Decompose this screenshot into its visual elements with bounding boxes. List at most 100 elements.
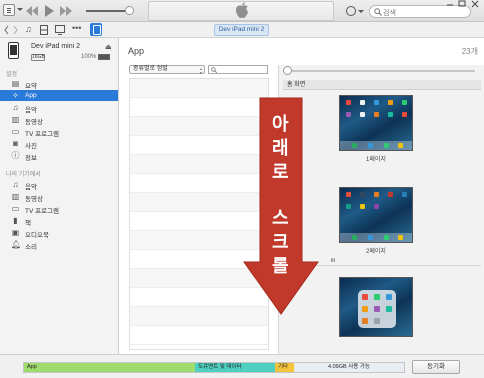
back-forward-icon[interactable]: [4, 25, 18, 35]
list-item[interactable]: [130, 136, 268, 155]
sidebar-item-device-tones[interactable]: 🔔︎ 소리: [0, 239, 118, 251]
section-header: ilt: [283, 258, 481, 266]
zoom-slider[interactable]: [283, 66, 475, 75]
on-device-header: 나의 기기에서: [6, 172, 41, 178]
overlay-text-1: 아: [272, 114, 289, 135]
film-icon[interactable]: [40, 25, 48, 35]
app-count: 23개: [461, 47, 478, 56]
sidebar-item-label: TV 프로그램: [25, 131, 60, 138]
maximize-icon: [458, 0, 466, 7]
list-item[interactable]: [130, 79, 268, 98]
battery-icon: [98, 54, 110, 60]
sidebar-item-device-music[interactable]: ♫ 음악: [0, 179, 118, 191]
sidebar-item-device-movies[interactable]: ▥ 동영상: [0, 191, 118, 203]
sidebar-item-device-books[interactable]: ▮ 책: [0, 215, 118, 227]
sidebar-item-photos[interactable]: ◙ 사진: [0, 138, 118, 150]
fast-forward-icon[interactable]: [60, 6, 72, 16]
page-title: App: [128, 46, 145, 56]
sidebar-item-label: TV 프로그램: [25, 208, 60, 215]
home-page-2[interactable]: [339, 187, 413, 243]
list-item[interactable]: [130, 231, 268, 250]
sidebar-item-music[interactable]: ♫ 음악: [0, 102, 118, 114]
music-icon[interactable]: ♫: [25, 24, 32, 35]
page-label: 1페이지: [366, 157, 386, 163]
title-bar: 검색: [0, 0, 484, 22]
list-item[interactable]: [130, 193, 268, 212]
storage-bar: App 도큐멘트 및 데이터 기타 4.09GB 사용 가능: [23, 362, 405, 373]
music-icon: ♫: [12, 103, 19, 112]
sidebar-item-device-audiobooks[interactable]: ▣ 오디오북: [0, 227, 118, 239]
list-item[interactable]: [130, 155, 268, 174]
play-icon[interactable]: [45, 5, 54, 17]
sidebar-item-info[interactable]: ⓘ 정보: [0, 150, 118, 162]
device-pill[interactable]: Dev iPad mini 2: [214, 24, 269, 36]
overlay-text-6: 롤: [272, 256, 289, 277]
search-icon: [211, 67, 217, 73]
list-item[interactable]: [130, 307, 268, 326]
book-icon: ▮: [13, 216, 18, 225]
home-page-1[interactable]: [339, 95, 413, 151]
search-icon: [374, 8, 382, 16]
list-item[interactable]: [130, 212, 268, 231]
volume-slider-knob[interactable]: [125, 6, 134, 15]
sidebar-item-tv-shows[interactable]: ▭ TV 프로그램: [0, 126, 118, 138]
sidebar-item-label: 정보: [25, 155, 37, 162]
storage-segment-other: 기타: [275, 363, 294, 372]
storage-segment-apps: App: [24, 363, 195, 372]
home-folder-page[interactable]: [339, 277, 413, 337]
sync-button[interactable]: 동기화: [412, 360, 460, 374]
bell-icon: 🔔︎: [11, 240, 22, 249]
main-content: App 23개 종류별로 정렬 홈 화면: [120, 38, 484, 354]
folder-icon: [358, 290, 396, 328]
menu-icon[interactable]: [3, 4, 15, 16]
tv-icon: ▭: [11, 204, 20, 213]
overlay-text-3: 로: [272, 162, 289, 183]
window-controls[interactable]: [444, 0, 482, 8]
account-dropdown-icon[interactable]: [358, 10, 364, 13]
home-screen-header: 홈 화면: [283, 80, 481, 90]
device-button[interactable]: [90, 23, 102, 36]
list-item[interactable]: [130, 326, 268, 345]
device-name: Dev iPad mini 2: [31, 43, 81, 50]
menu-dropdown-icon[interactable]: [17, 8, 23, 11]
list-item[interactable]: [130, 269, 268, 288]
apple-logo-icon: [236, 2, 248, 18]
eject-icon[interactable]: ⏏: [105, 43, 112, 51]
sidebar: Dev iPad mini 2 ⏏ 16GB 100% 설정 ▤ 요약 ✧ Ap…: [0, 38, 119, 378]
list-item[interactable]: [130, 250, 268, 269]
app-store-icon: ✧: [12, 91, 19, 100]
app-list[interactable]: [129, 78, 269, 350]
tv-icon: ▭: [11, 127, 20, 136]
storage-footer: App 도큐멘트 및 데이터 기타 4.09GB 사용 가능 동기화: [0, 354, 484, 378]
overlay-text-4: 스: [272, 208, 289, 229]
tv-icon[interactable]: [55, 25, 65, 35]
sidebar-item-label: 음악: [25, 107, 37, 114]
account-icon[interactable]: [346, 6, 356, 16]
sidebar-item-label: 요약: [25, 83, 37, 90]
info-icon: ⓘ: [11, 151, 20, 160]
search-placeholder: 검색: [383, 10, 396, 17]
sidebar-item-device-tv-shows[interactable]: ▭ TV 프로그램: [0, 203, 118, 215]
page-label: 2페이지: [366, 249, 386, 255]
sort-select[interactable]: 종류별로 정렬: [129, 65, 205, 75]
app-search-input[interactable]: [208, 65, 268, 74]
sidebar-item-app[interactable]: ✧ App: [0, 90, 118, 101]
list-item[interactable]: [130, 288, 268, 307]
more-icon[interactable]: •••: [72, 23, 81, 34]
sidebar-item-movies[interactable]: ▥ 동영상: [0, 114, 118, 126]
sidebar-item-label: 동영상: [25, 119, 43, 126]
sidebar-item-label: 책: [25, 220, 31, 227]
camera-icon: ◙: [13, 139, 18, 148]
list-item[interactable]: [130, 117, 268, 136]
audiobook-icon: ▣: [11, 228, 20, 237]
overlay-text-5: 크: [272, 232, 289, 253]
device-capacity: 16GB: [31, 54, 45, 61]
film-icon: ▥: [11, 192, 20, 201]
list-item[interactable]: [130, 98, 268, 117]
zoom-slider-knob[interactable]: [283, 66, 292, 75]
sidebar-item-summary[interactable]: ▤ 요약: [0, 78, 118, 90]
sidebar-item-label: 사진: [25, 143, 37, 150]
rewind-icon[interactable]: [26, 6, 38, 16]
list-item[interactable]: [130, 174, 268, 193]
home-screen-pane: 홈 화면 1페이지 2페이지 ilt: [278, 65, 484, 354]
